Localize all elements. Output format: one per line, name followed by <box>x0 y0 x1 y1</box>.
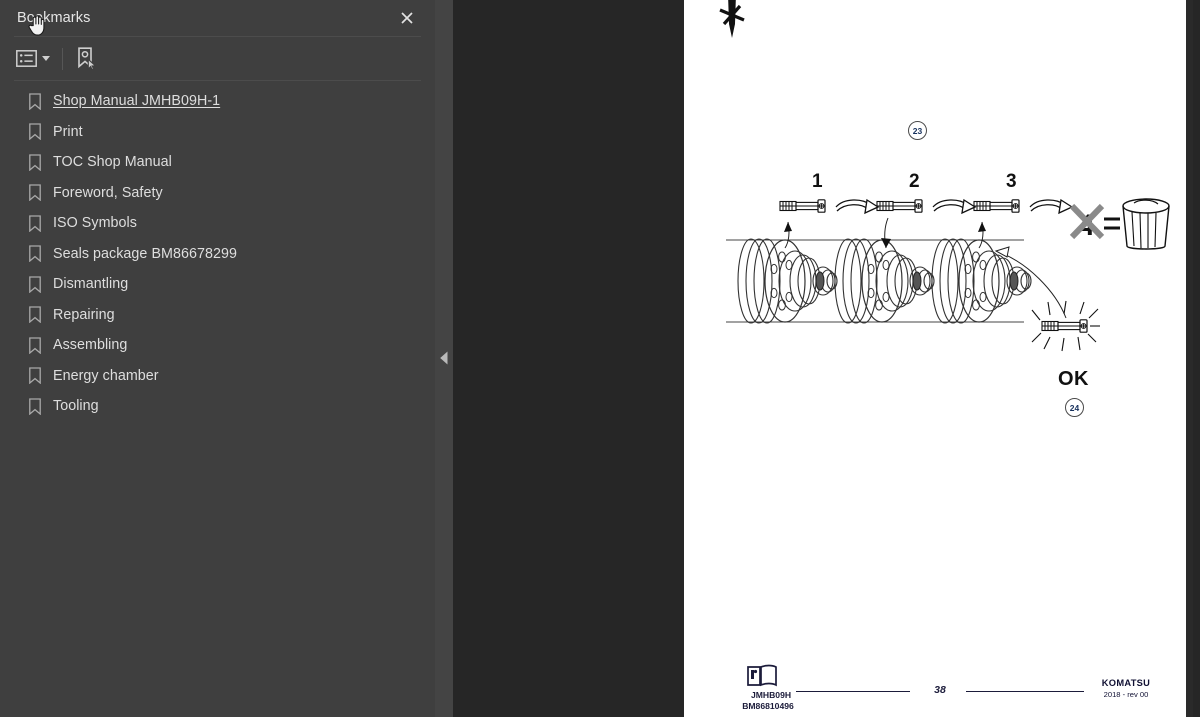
bookmark-icon <box>29 337 41 354</box>
bookmarks-toolbar <box>0 37 435 80</box>
bookmark-icon <box>29 215 41 232</box>
footer-revision: 2018 - rev 00 <box>1103 690 1149 699</box>
bookmark-label: Tooling <box>53 398 99 415</box>
close-icon[interactable] <box>396 7 418 29</box>
bookmark-label: Seals package BM86678299 <box>53 245 238 262</box>
bookmark-item[interactable]: Dismantling <box>0 269 435 300</box>
footer-page-number: 38 <box>934 684 946 696</box>
toolbar-divider-bottom <box>14 80 421 81</box>
page-footer: JMHB09H BM86810496 38 KOMATSU 2018 - rev… <box>684 0 1193 717</box>
footer-code: BM86810496 <box>742 701 794 711</box>
bookmark-item[interactable]: TOC Shop Manual <box>0 147 435 178</box>
bookmark-item[interactable]: Print <box>0 117 435 148</box>
bookmark-label: TOC Shop Manual <box>53 154 172 171</box>
bookmark-item[interactable]: Shop Manual JMHB09H-1 <box>0 86 435 117</box>
panel-title: Bookmarks <box>17 10 91 26</box>
bookmark-label: Foreword, Safety <box>53 184 163 201</box>
page-right-edge <box>1186 0 1193 717</box>
document-viewer[interactable]: 4 <box>453 0 1200 717</box>
bookmark-icon <box>29 398 41 415</box>
chevron-down-icon[interactable] <box>42 56 50 61</box>
bookmark-icon <box>29 154 41 171</box>
bookmark-icon <box>29 276 41 293</box>
bookmark-label: Assembling <box>53 337 128 354</box>
bookmark-item[interactable]: ISO Symbols <box>0 208 435 239</box>
bookmarks-panel-header: Bookmarks <box>0 0 435 36</box>
bookmark-icon <box>29 93 41 110</box>
list-options-icon[interactable] <box>16 44 50 74</box>
bookmark-icon <box>29 184 41 202</box>
footer-rule-left <box>796 691 910 693</box>
bookmark-label: Dismantling <box>53 276 129 293</box>
bookmark-icon <box>29 123 41 141</box>
bookmark-label: Shop Manual JMHB09H-1 <box>53 93 221 110</box>
bookmark-list: Shop Manual JMHB09H-1 Print TOC Shop Manua… <box>0 86 435 422</box>
toolbar-divider <box>62 47 63 70</box>
bookmark-item[interactable]: Foreword, Safety <box>0 178 435 209</box>
bookmarks-panel: Bookmarks Shop Manual JMHB09H-1 Print TO… <box>0 0 435 717</box>
bookmark-item[interactable]: Seals package BM86678299 <box>0 239 435 270</box>
bookmark-icon <box>29 306 41 324</box>
bookmark-label: Print <box>53 123 83 140</box>
bookmark-label: Energy chamber <box>53 367 159 384</box>
bookmark-item[interactable]: Tooling <box>0 391 435 422</box>
bookmark-label: Repairing <box>53 306 115 323</box>
document-page: 4 <box>684 0 1193 717</box>
bookmark-label: ISO Symbols <box>53 215 137 232</box>
panel-splitter[interactable] <box>435 0 453 717</box>
new-bookmark-icon[interactable] <box>76 44 98 74</box>
bookmark-icon <box>29 245 41 263</box>
footer-brand: KOMATSU <box>1101 678 1151 688</box>
bookmark-item[interactable]: Assembling <box>0 330 435 361</box>
bookmark-icon <box>29 367 41 385</box>
pdf-reader-window: Bookmarks Shop Manual JMHB09H-1 Print TO… <box>0 0 1200 717</box>
open-manual-icon <box>747 664 777 687</box>
bookmark-item[interactable]: Energy chamber <box>0 361 435 392</box>
collapse-left-triangle-icon[interactable] <box>439 350 449 366</box>
bookmark-item[interactable]: Repairing <box>0 300 435 331</box>
ok-label: OK <box>1058 368 1089 390</box>
footer-rule-right <box>966 691 1084 693</box>
